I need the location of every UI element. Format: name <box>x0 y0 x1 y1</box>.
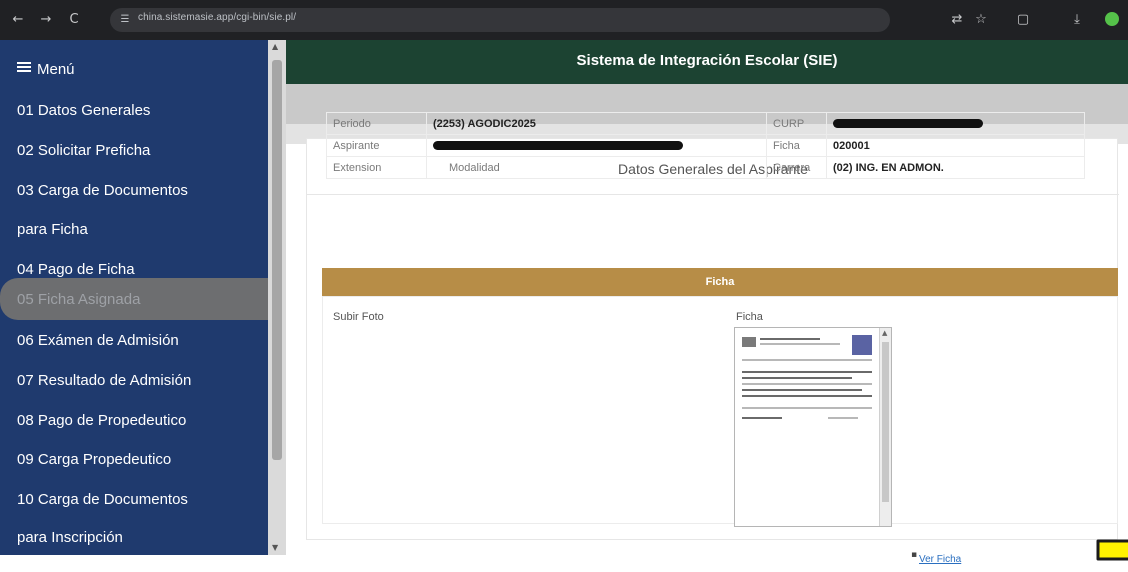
bookmark-star-icon[interactable]: ☆ <box>972 11 990 29</box>
subir-foto-label: Subir Foto <box>333 311 384 323</box>
carrera-label: Carrera <box>766 156 827 179</box>
preview-scroll-thumb[interactable] <box>882 342 889 502</box>
app-title: Sistema de Integración Escolar (SIE) <box>576 52 838 69</box>
redaction-mark <box>833 119 983 129</box>
ver-ficha-link[interactable]: Ver Ficha <box>919 554 961 565</box>
bullet-icon: ▪ <box>911 550 918 560</box>
forward-icon[interactable]: → <box>38 12 54 28</box>
site-info-icon[interactable]: ☰ <box>118 13 132 27</box>
menu-label[interactable]: Menú <box>37 61 75 78</box>
curp-label: CURP <box>766 112 827 135</box>
modalidad-label: Modalidad <box>426 156 767 179</box>
extensions-icon[interactable]: ▢ <box>1014 11 1032 29</box>
ficha-document-thumbnail <box>738 331 878 521</box>
hamburger-icon[interactable] <box>17 60 31 74</box>
aspirante-value-redacted <box>426 134 767 157</box>
periodo-value: (2253) AGODIC2025 <box>426 112 767 135</box>
back-icon[interactable]: ← <box>10 12 26 28</box>
photo-thumbnail <box>852 335 872 355</box>
sidebar-item-ficha-asignada[interactable]: 05 Ficha Asignada <box>17 291 140 308</box>
ficha-section-body: Subir Foto Ficha ▲ ▪ Ver Ficha <box>322 296 1118 565</box>
scroll-up-icon[interactable]: ▲ <box>882 329 887 337</box>
carrera-value: (02) ING. EN ADMON. <box>826 156 1085 179</box>
redaction-mark <box>433 141 683 151</box>
sidebar: Menú 01 Datos Generales 02 Solicitar Pre… <box>0 40 268 555</box>
menu-header[interactable]: Menú <box>17 60 75 78</box>
sidebar-scrollbar[interactable]: ▲ ▼ <box>268 40 286 555</box>
main-content: Sistema de Integración Escolar (SIE) Dat… <box>286 40 1128 565</box>
sidebar-item-resultado-admision[interactable]: 07 Resultado de Admisión <box>17 372 191 389</box>
download-icon[interactable]: ⤓ <box>1068 11 1086 29</box>
sidebar-item-datos-generales[interactable]: 01 Datos Generales <box>17 102 150 119</box>
url-text[interactable]: china.sistemasie.app/cgi-bin/sie.pl/ <box>138 12 296 23</box>
preview-scrollbar[interactable]: ▲ <box>879 328 891 526</box>
profile-avatar[interactable] <box>1105 12 1119 26</box>
table-row: Extension Modalidad Carrera (02) ING. EN… <box>326 156 1085 179</box>
sidebar-item-carga-documentos-inscripcion-cont[interactable]: para Inscripción <box>17 529 123 546</box>
sidebar-item-solicitar-preficha[interactable]: 02 Solicitar Preficha <box>17 142 150 159</box>
scroll-up-icon[interactable]: ▲ <box>272 42 278 51</box>
sidebar-scroll-thumb[interactable] <box>272 60 282 460</box>
curp-value-redacted <box>826 112 1085 135</box>
divider <box>307 194 1119 195</box>
browser-toolbar: ← → C ☰ china.sistemasie.app/cgi-bin/sie… <box>0 0 1128 40</box>
ficha-preview-frame[interactable]: ▲ <box>734 327 892 527</box>
sidebar-item-pago-ficha[interactable]: 04 Pago de Ficha <box>17 261 135 278</box>
ficha-label: Ficha <box>766 134 827 157</box>
sidebar-item-pago-propedeutico[interactable]: 08 Pago de Propedeutico <box>17 412 186 429</box>
address-bar[interactable]: ☰ china.sistemasie.app/cgi-bin/sie.pl/ <box>110 8 890 32</box>
sidebar-item-carga-documentos-ficha[interactable]: 03 Carga de Documentos <box>17 182 188 199</box>
sidebar-item-carga-documentos-ficha-cont[interactable]: para Ficha <box>17 221 88 238</box>
app-header: Sistema de Integración Escolar (SIE) <box>286 40 1128 84</box>
pointer-arrow-icon <box>1096 539 1128 561</box>
ficha-section-bar: Ficha <box>322 268 1118 296</box>
aspirante-label: Aspirante <box>326 134 427 157</box>
sidebar-item-carga-documentos-inscripcion[interactable]: 10 Carga de Documentos <box>17 491 188 508</box>
sidebar-item-carga-propedeutico[interactable]: 09 Carga Propedeutico <box>17 451 171 468</box>
reload-icon[interactable]: C <box>66 12 82 28</box>
applicant-info-table: Periodo (2253) AGODIC2025 CURP Aspirante… <box>326 112 1085 179</box>
table-row: Periodo (2253) AGODIC2025 CURP <box>326 112 1085 135</box>
ficha-value: 020001 <box>826 134 1085 157</box>
translate-icon[interactable]: ⇄ <box>948 11 966 29</box>
ficha-preview-label: Ficha <box>736 311 763 323</box>
scroll-down-icon[interactable]: ▼ <box>272 543 278 552</box>
extension-label: Extension <box>326 156 427 179</box>
periodo-label: Periodo <box>326 112 427 135</box>
table-row: Aspirante Ficha 020001 <box>326 134 1085 157</box>
sidebar-item-examen-admision[interactable]: 06 Exámen de Admisión <box>17 332 179 349</box>
